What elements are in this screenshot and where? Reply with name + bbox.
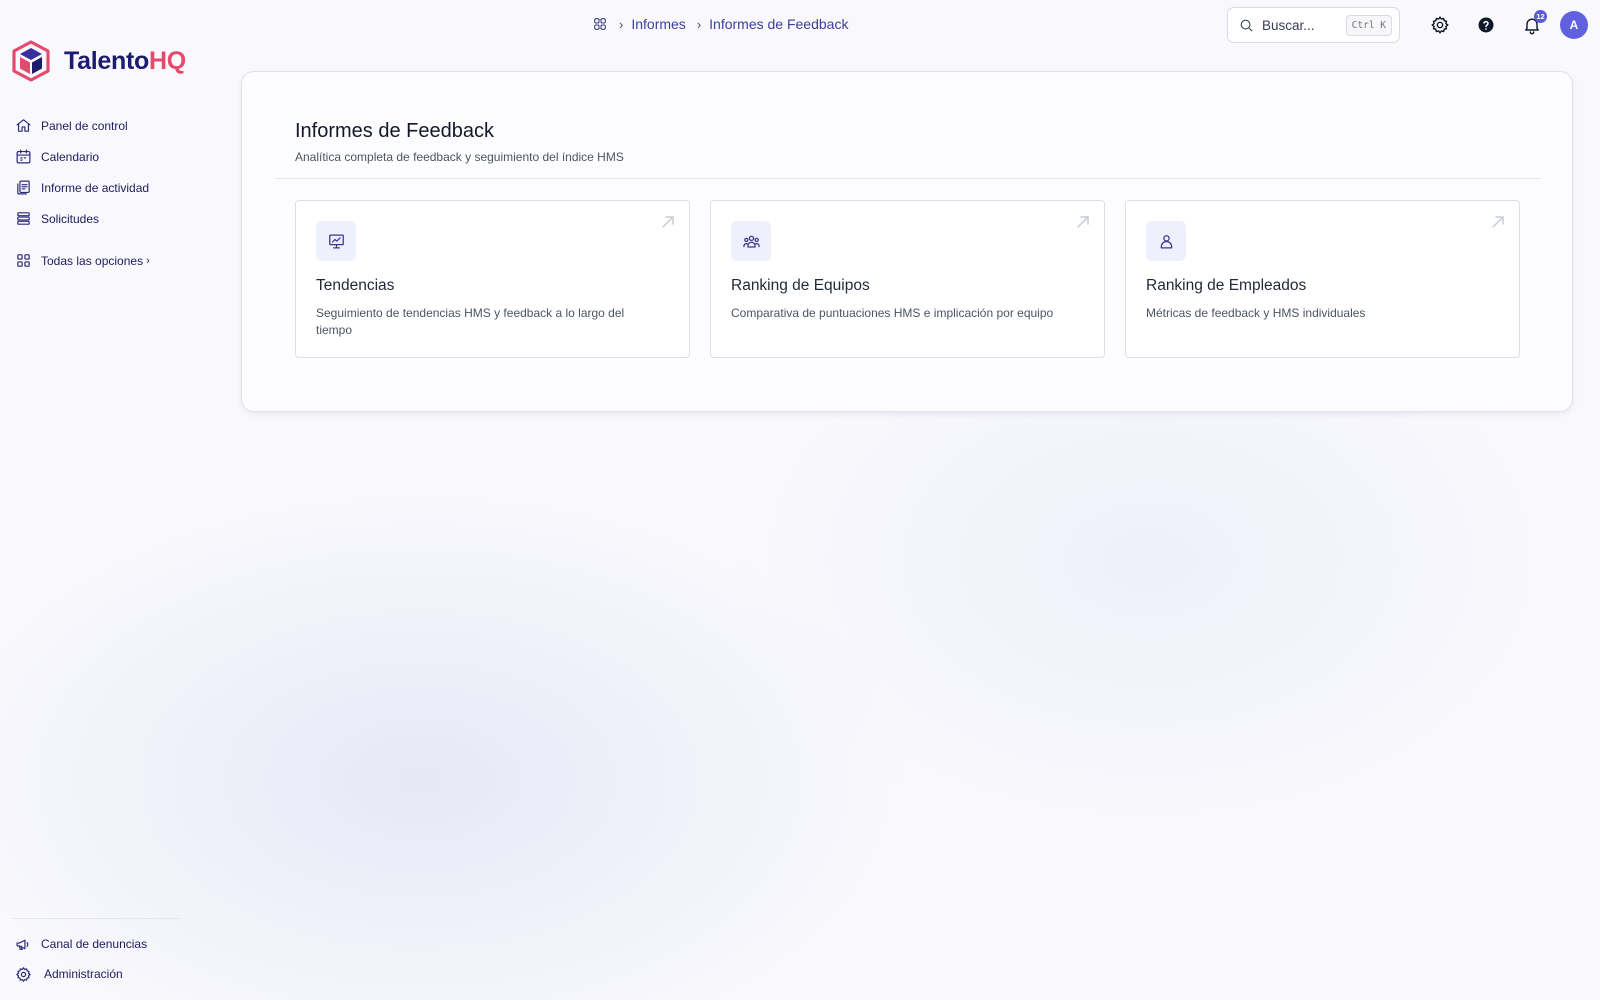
arrow-up-right-icon: [1491, 215, 1505, 229]
card-description: Comparativa de puntuaciones HMS e implic…: [731, 306, 1054, 320]
team-icon: [742, 235, 760, 248]
breadcrumb-current[interactable]: Informes de Feedback: [709, 16, 848, 32]
grid-icon: [17, 254, 30, 267]
report-card-ranking-empleados[interactable]: Ranking de Empleados Métricas de feedbac…: [1125, 200, 1520, 358]
sidebar-item-label: Informe de actividad: [41, 180, 150, 195]
sidebar-item-administracion[interactable]: Administración: [15, 959, 147, 989]
card-title: Tendencias: [316, 277, 395, 294]
presentation-chart-icon: [328, 234, 344, 248]
sidebar-bottom-nav: Canal de denuncias Administración: [15, 929, 147, 989]
megaphone-icon: [16, 939, 29, 950]
sidebar-item-label: Todas las opciones: [41, 253, 144, 268]
breadcrumb: › Informes › Informes de Feedback: [592, 14, 848, 34]
sidebar-item-informe-de-actividad[interactable]: Informe de actividad: [15, 172, 150, 203]
logo-icon: [12, 40, 50, 82]
arrow-up-right-icon: [661, 215, 675, 229]
brand-name-part2: HQ: [148, 46, 186, 75]
gear-icon: [16, 966, 31, 982]
card-icon-box: [731, 221, 771, 261]
main-panel: Informes de Feedback Analítica completa …: [241, 71, 1573, 412]
list-icon: [17, 212, 30, 225]
breadcrumb-informes[interactable]: Informes: [631, 16, 685, 32]
chevron-right-icon: ›: [696, 16, 702, 32]
report-icon: [17, 180, 30, 195]
sidebar-item-calendario[interactable]: Calendario: [15, 141, 150, 172]
sidebar-divider: [12, 918, 180, 919]
search-icon: [1240, 19, 1253, 32]
card-title: Ranking de Empleados: [1146, 277, 1307, 294]
chevron-right-icon: ›: [619, 16, 624, 32]
help-icon: [1478, 17, 1494, 33]
brand-name-part1: Talento: [64, 46, 149, 75]
calendar-icon: [16, 149, 31, 164]
notification-count-badge: 12: [1534, 10, 1547, 23]
report-card-tendencias[interactable]: Tendencias Seguimiento de tendencias HMS…: [295, 200, 690, 358]
sidebar-item-label: Solicitudes: [41, 211, 100, 226]
page-title: Informes de Feedback: [295, 120, 494, 142]
page-subtitle: Analítica completa de feedback y seguimi…: [295, 150, 624, 164]
sidebar-item-solicitudes[interactable]: Solicitudes: [15, 203, 150, 234]
search-shortcut-hint: Ctrl K: [1345, 15, 1392, 36]
sidebar-item-todas-las-opciones[interactable]: Todas las opciones ›: [15, 245, 150, 276]
sidebar-item-label: Administración: [44, 967, 123, 981]
sidebar-item-canal-de-denuncias[interactable]: Canal de denuncias: [15, 929, 147, 959]
arrow-up-right-icon: [1076, 215, 1090, 229]
card-description: Métricas de feedback y HMS individuales: [1146, 306, 1366, 320]
gear-icon: [1431, 16, 1449, 34]
sidebar-item-label: Panel de control: [41, 118, 128, 133]
avatar[interactable]: A: [1560, 11, 1588, 39]
card-description: Seguimiento de tendencias HMS y feedback…: [316, 306, 625, 337]
help-button[interactable]: [1474, 13, 1498, 37]
brand-logo[interactable]: TalentoHQ: [12, 40, 186, 82]
card-icon-box: [316, 221, 356, 261]
divider: [275, 178, 1541, 179]
search-placeholder: Buscar...: [1262, 17, 1315, 33]
settings-button[interactable]: [1428, 13, 1452, 37]
home-icon: [16, 119, 31, 132]
sidebar-item-label: Calendario: [41, 149, 100, 164]
card-icon-box: [1146, 221, 1186, 261]
sidebar-nav: Panel de control Calendario Informe de a…: [15, 110, 150, 276]
sidebar-item-panel-de-control[interactable]: Panel de control: [15, 110, 150, 141]
chevron-right-icon: ›: [146, 254, 150, 267]
brand-name: TalentoHQ: [64, 46, 186, 75]
sidebar: TalentoHQ Panel de control Calendario In…: [0, 0, 200, 1000]
report-card-ranking-equipos[interactable]: Ranking de Equipos Comparativa de puntua…: [710, 200, 1105, 358]
apps-grid-icon[interactable]: [592, 16, 608, 32]
card-title: Ranking de Equipos: [731, 277, 870, 294]
search-input[interactable]: Buscar... Ctrl K: [1227, 7, 1400, 43]
sidebar-item-label: Canal de denuncias: [41, 937, 148, 951]
user-icon: [1160, 234, 1172, 248]
